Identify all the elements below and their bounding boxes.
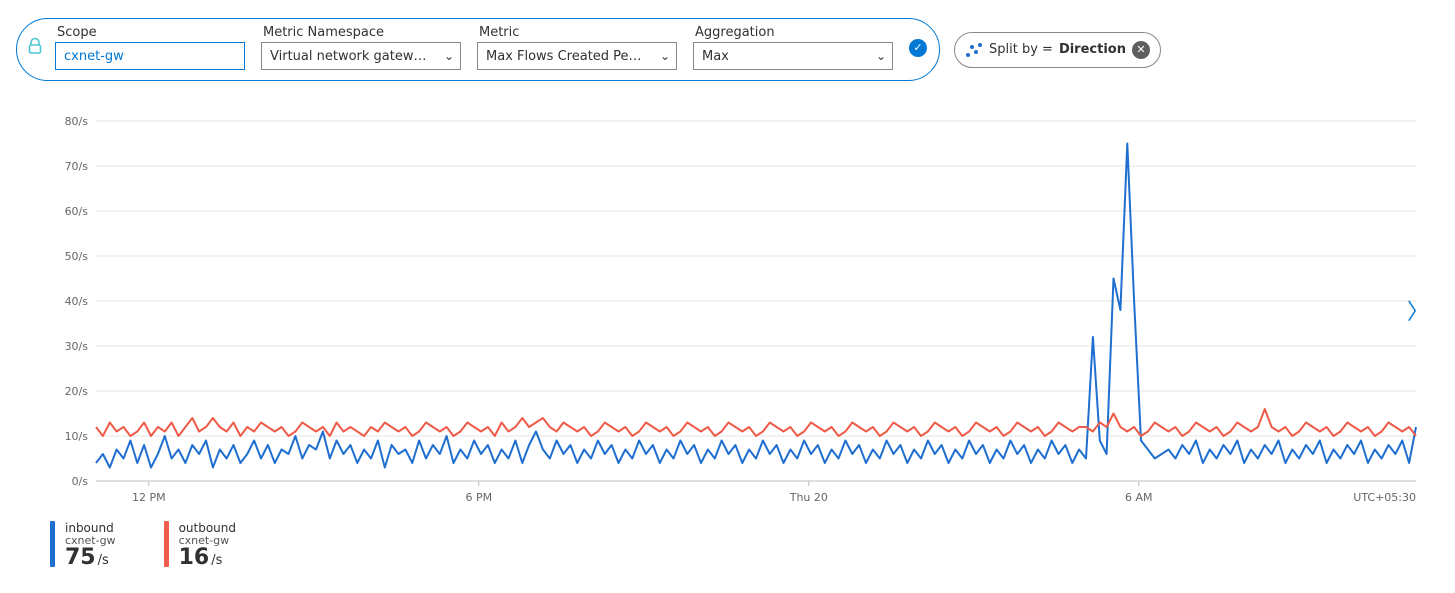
scatter-icon: [965, 41, 983, 59]
split-by-chip[interactable]: Split by = Direction ✕: [954, 32, 1161, 68]
chevron-down-icon: ⌄: [876, 49, 886, 63]
legend-color-inbound: [50, 521, 55, 567]
chevron-down-icon: ⌄: [660, 49, 670, 63]
legend-outbound-unit: /s: [211, 553, 222, 568]
svg-text:10/s: 10/s: [65, 430, 89, 443]
metric-select[interactable]: Max Flows Created Per ... ⌄: [477, 42, 677, 70]
namespace-label: Metric Namespace: [261, 25, 461, 40]
lock-icon: [27, 37, 43, 59]
legend-outbound-value: 16: [179, 545, 210, 570]
aggregation-field: Aggregation Max ⌄: [693, 25, 893, 70]
metric-filter-pill: Scope Metric Namespace Virtual network g…: [16, 18, 940, 81]
chart-container: 0/s 10/s 20/s 30/s 40/s 50/s 60/s 70/s 80/s 12 PM…: [36, 113, 1421, 513]
metric-value: Max Flows Created Per ...: [486, 49, 646, 64]
legend-color-outbound: [164, 521, 169, 567]
namespace-field: Metric Namespace Virtual network gatewa.…: [261, 25, 461, 70]
svg-text:6 AM: 6 AM: [1125, 491, 1153, 504]
svg-text:UTC+05:30: UTC+05:30: [1353, 491, 1416, 504]
svg-text:12 PM: 12 PM: [132, 491, 166, 504]
svg-text:80/s: 80/s: [65, 115, 89, 128]
scope-field: Scope: [55, 25, 245, 70]
svg-text:6 PM: 6 PM: [465, 491, 492, 504]
pan-right-button[interactable]: 〉: [1407, 302, 1429, 324]
namespace-select[interactable]: Virtual network gatewa... ⌄: [261, 42, 461, 70]
svg-text:Thu 20: Thu 20: [789, 491, 828, 504]
aggregation-value: Max: [702, 49, 729, 64]
legend-inbound-unit: /s: [98, 553, 109, 568]
legend-outbound[interactable]: outbound cxnet-gw 16/s: [164, 521, 236, 570]
svg-text:0/s: 0/s: [72, 475, 89, 488]
legend-inbound-name: inbound: [65, 521, 116, 535]
remove-split-icon[interactable]: ✕: [1132, 41, 1150, 59]
svg-text:50/s: 50/s: [65, 250, 89, 263]
aggregation-label: Aggregation: [693, 25, 893, 40]
legend-inbound[interactable]: inbound cxnet-gw 75/s: [50, 521, 116, 570]
metric-field: Metric Max Flows Created Per ... ⌄: [477, 25, 677, 70]
split-by-value: Direction: [1059, 42, 1126, 57]
svg-text:30/s: 30/s: [65, 340, 89, 353]
split-by-prefix: Split by =: [989, 42, 1053, 57]
filter-row: Scope Metric Namespace Virtual network g…: [16, 18, 1439, 81]
namespace-value: Virtual network gatewa...: [270, 49, 430, 64]
metrics-chart: 0/s 10/s 20/s 30/s 40/s 50/s 60/s 70/s 80/s 12 PM…: [36, 113, 1436, 513]
legend-inbound-value: 75: [65, 545, 96, 570]
legend: inbound cxnet-gw 75/s outbound cxnet-gw …: [50, 521, 1439, 570]
svg-text:70/s: 70/s: [65, 160, 89, 173]
check-icon: ✓: [909, 39, 927, 57]
chevron-down-icon: ⌄: [444, 49, 454, 63]
metric-label: Metric: [477, 25, 677, 40]
legend-outbound-name: outbound: [179, 521, 236, 535]
scope-input[interactable]: [55, 42, 245, 70]
svg-text:60/s: 60/s: [65, 205, 89, 218]
scope-label: Scope: [55, 25, 245, 40]
svg-text:20/s: 20/s: [65, 385, 89, 398]
aggregation-select[interactable]: Max ⌄: [693, 42, 893, 70]
svg-text:40/s: 40/s: [65, 295, 89, 308]
